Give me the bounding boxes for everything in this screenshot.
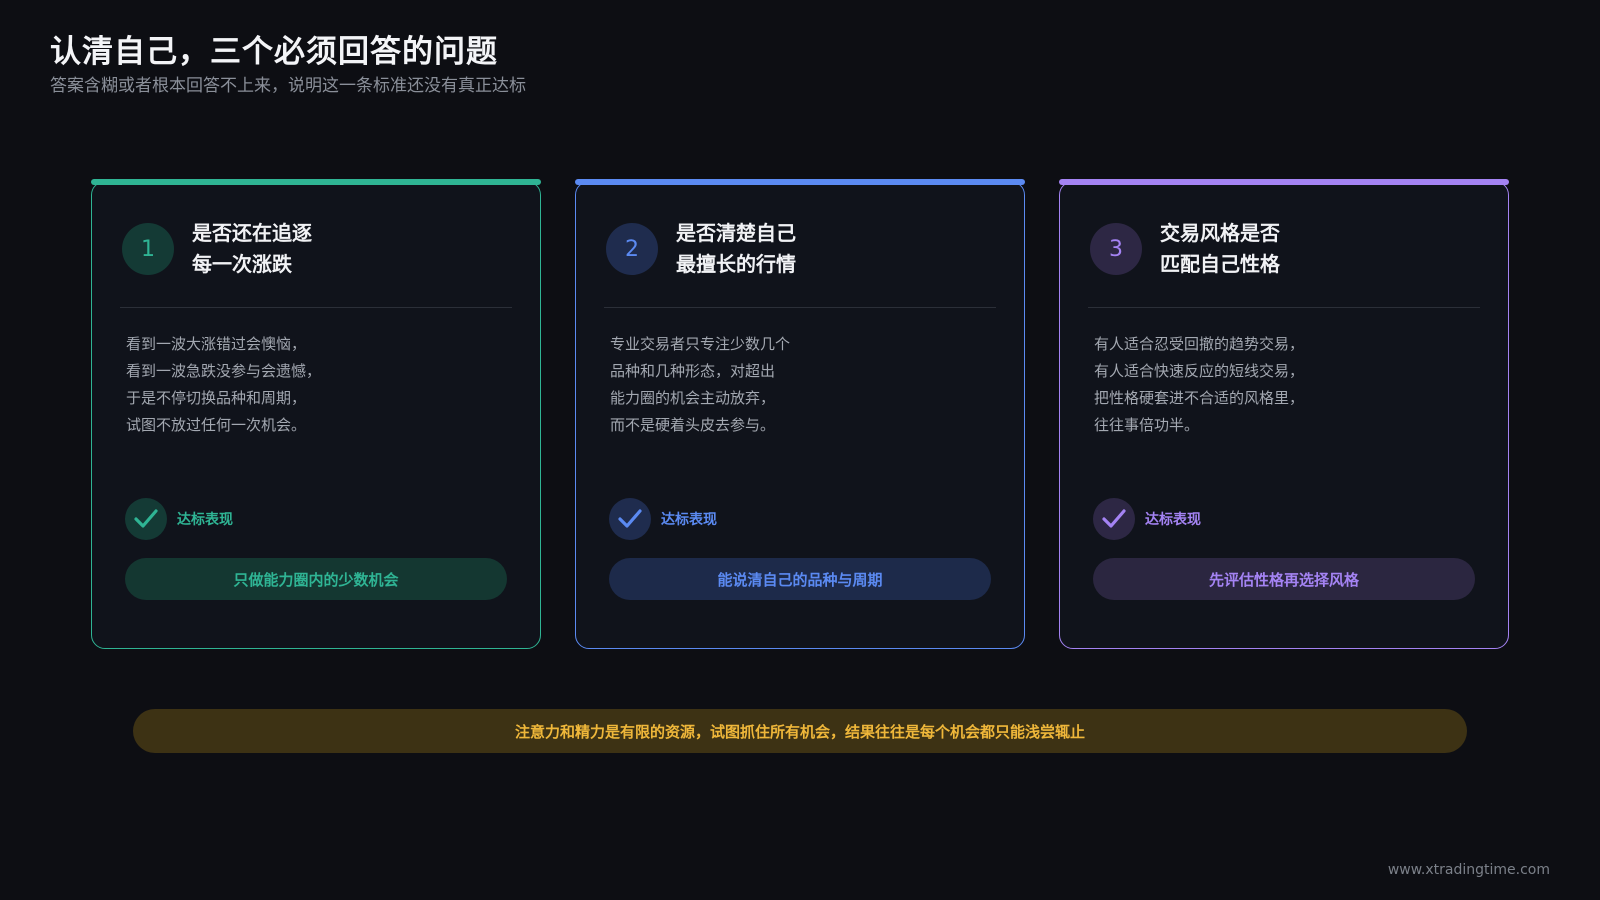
summary-banner: 注意力和精力是有限的资源，试图抓住所有机会，结果往往是每个机会都只能浅尝辄止 — [133, 709, 1467, 753]
checkmark-icon — [125, 498, 167, 540]
check-label: 达标表现 — [1145, 512, 1201, 528]
page-subtitle: 答案含糊或者根本回答不上来，说明这一条标准还没有真正达标 — [50, 76, 526, 96]
card-title-line: 每一次涨跌 — [192, 252, 292, 276]
checkmark-icon-svg — [1102, 509, 1126, 528]
footer-url: www.xtradingtime.com — [1387, 862, 1550, 878]
card-description-line: 而不是硬着头皮去参与。 — [610, 416, 776, 434]
card-description-line: 有人适合快速反应的短线交易， — [1094, 362, 1305, 380]
card-description: 专业交易者只专注少数几个 品种和几种形态，对超出 能力圈的机会主动放弃， 而不是… — [610, 331, 990, 439]
card-title: 交易风格是否 匹配自己性格 — [1160, 218, 1480, 280]
card-title-line: 匹配自己性格 — [1160, 252, 1280, 276]
card-divider — [1088, 307, 1480, 308]
card-description-line: 于是不停切换品种和周期， — [126, 389, 307, 407]
card-description-line: 试图不放过任何一次机会。 — [126, 416, 307, 434]
check-label: 达标表现 — [177, 512, 233, 528]
question-cards: 1 是否还在追逐 每一次涨跌 看到一波大涨错过会懊恼， 看到一波急跌没参与会遗憾… — [91, 179, 1509, 651]
question-card-1: 1 是否还在追逐 每一次涨跌 看到一波大涨错过会懊恼， 看到一波急跌没参与会遗憾… — [91, 179, 541, 649]
card-title-line: 是否清楚自己 — [676, 221, 796, 245]
checkmark-icon-svg — [618, 509, 642, 528]
check-row: 达标表现 — [609, 497, 717, 541]
criteria-pill: 能说清自己的品种与周期 — [609, 558, 991, 600]
card-divider — [604, 307, 996, 308]
card-title: 是否还在追逐 每一次涨跌 — [192, 218, 512, 280]
check-row: 达标表现 — [125, 497, 233, 541]
card-description-line: 有人适合忍受回撤的趋势交易， — [1094, 335, 1305, 353]
criteria-pill: 先评估性格再选择风格 — [1093, 558, 1475, 600]
card-description-line: 看到一波大涨错过会懊恼， — [126, 335, 307, 353]
card-number-badge: 3 — [1090, 223, 1142, 275]
card-description: 看到一波大涨错过会懊恼， 看到一波急跌没参与会遗憾， 于是不停切换品种和周期， … — [126, 331, 506, 439]
card-description-line: 把性格硬套进不合适的风格里， — [1094, 389, 1305, 407]
card-title: 是否清楚自己 最擅长的行情 — [676, 218, 996, 280]
card-description-line: 能力圈的机会主动放弃， — [610, 389, 776, 407]
card-description-line: 看到一波急跌没参与会遗憾， — [126, 362, 322, 380]
card-divider — [120, 307, 512, 308]
card-number-badge: 1 — [122, 223, 174, 275]
checkmark-icon — [1093, 498, 1135, 540]
checkmark-icon-svg — [134, 509, 158, 528]
criteria-pill: 只做能力圈内的少数机会 — [125, 558, 507, 600]
checkmark-icon — [609, 498, 651, 540]
check-row: 达标表现 — [1093, 497, 1201, 541]
card-description-line: 品种和几种形态，对超出 — [610, 362, 776, 380]
card-title-line: 交易风格是否 — [1160, 221, 1280, 245]
slide: 认清自己，三个必须回答的问题 答案含糊或者根本回答不上来，说明这一条标准还没有真… — [0, 0, 1600, 900]
card-number-badge: 2 — [606, 223, 658, 275]
question-card-2: 2 是否清楚自己 最擅长的行情 专业交易者只专注少数几个 品种和几种形态，对超出… — [575, 179, 1025, 649]
check-label: 达标表现 — [661, 512, 717, 528]
page-title: 认清自己，三个必须回答的问题 — [50, 34, 498, 70]
question-card-3: 3 交易风格是否 匹配自己性格 有人适合忍受回撤的趋势交易， 有人适合快速反应的… — [1059, 179, 1509, 649]
card-description-line: 往往事倍功半。 — [1094, 416, 1200, 434]
card-title-line: 最擅长的行情 — [676, 252, 796, 276]
card-description-line: 专业交易者只专注少数几个 — [610, 335, 791, 353]
card-description: 有人适合忍受回撤的趋势交易， 有人适合快速反应的短线交易， 把性格硬套进不合适的… — [1094, 331, 1474, 439]
card-title-line: 是否还在追逐 — [192, 221, 312, 245]
